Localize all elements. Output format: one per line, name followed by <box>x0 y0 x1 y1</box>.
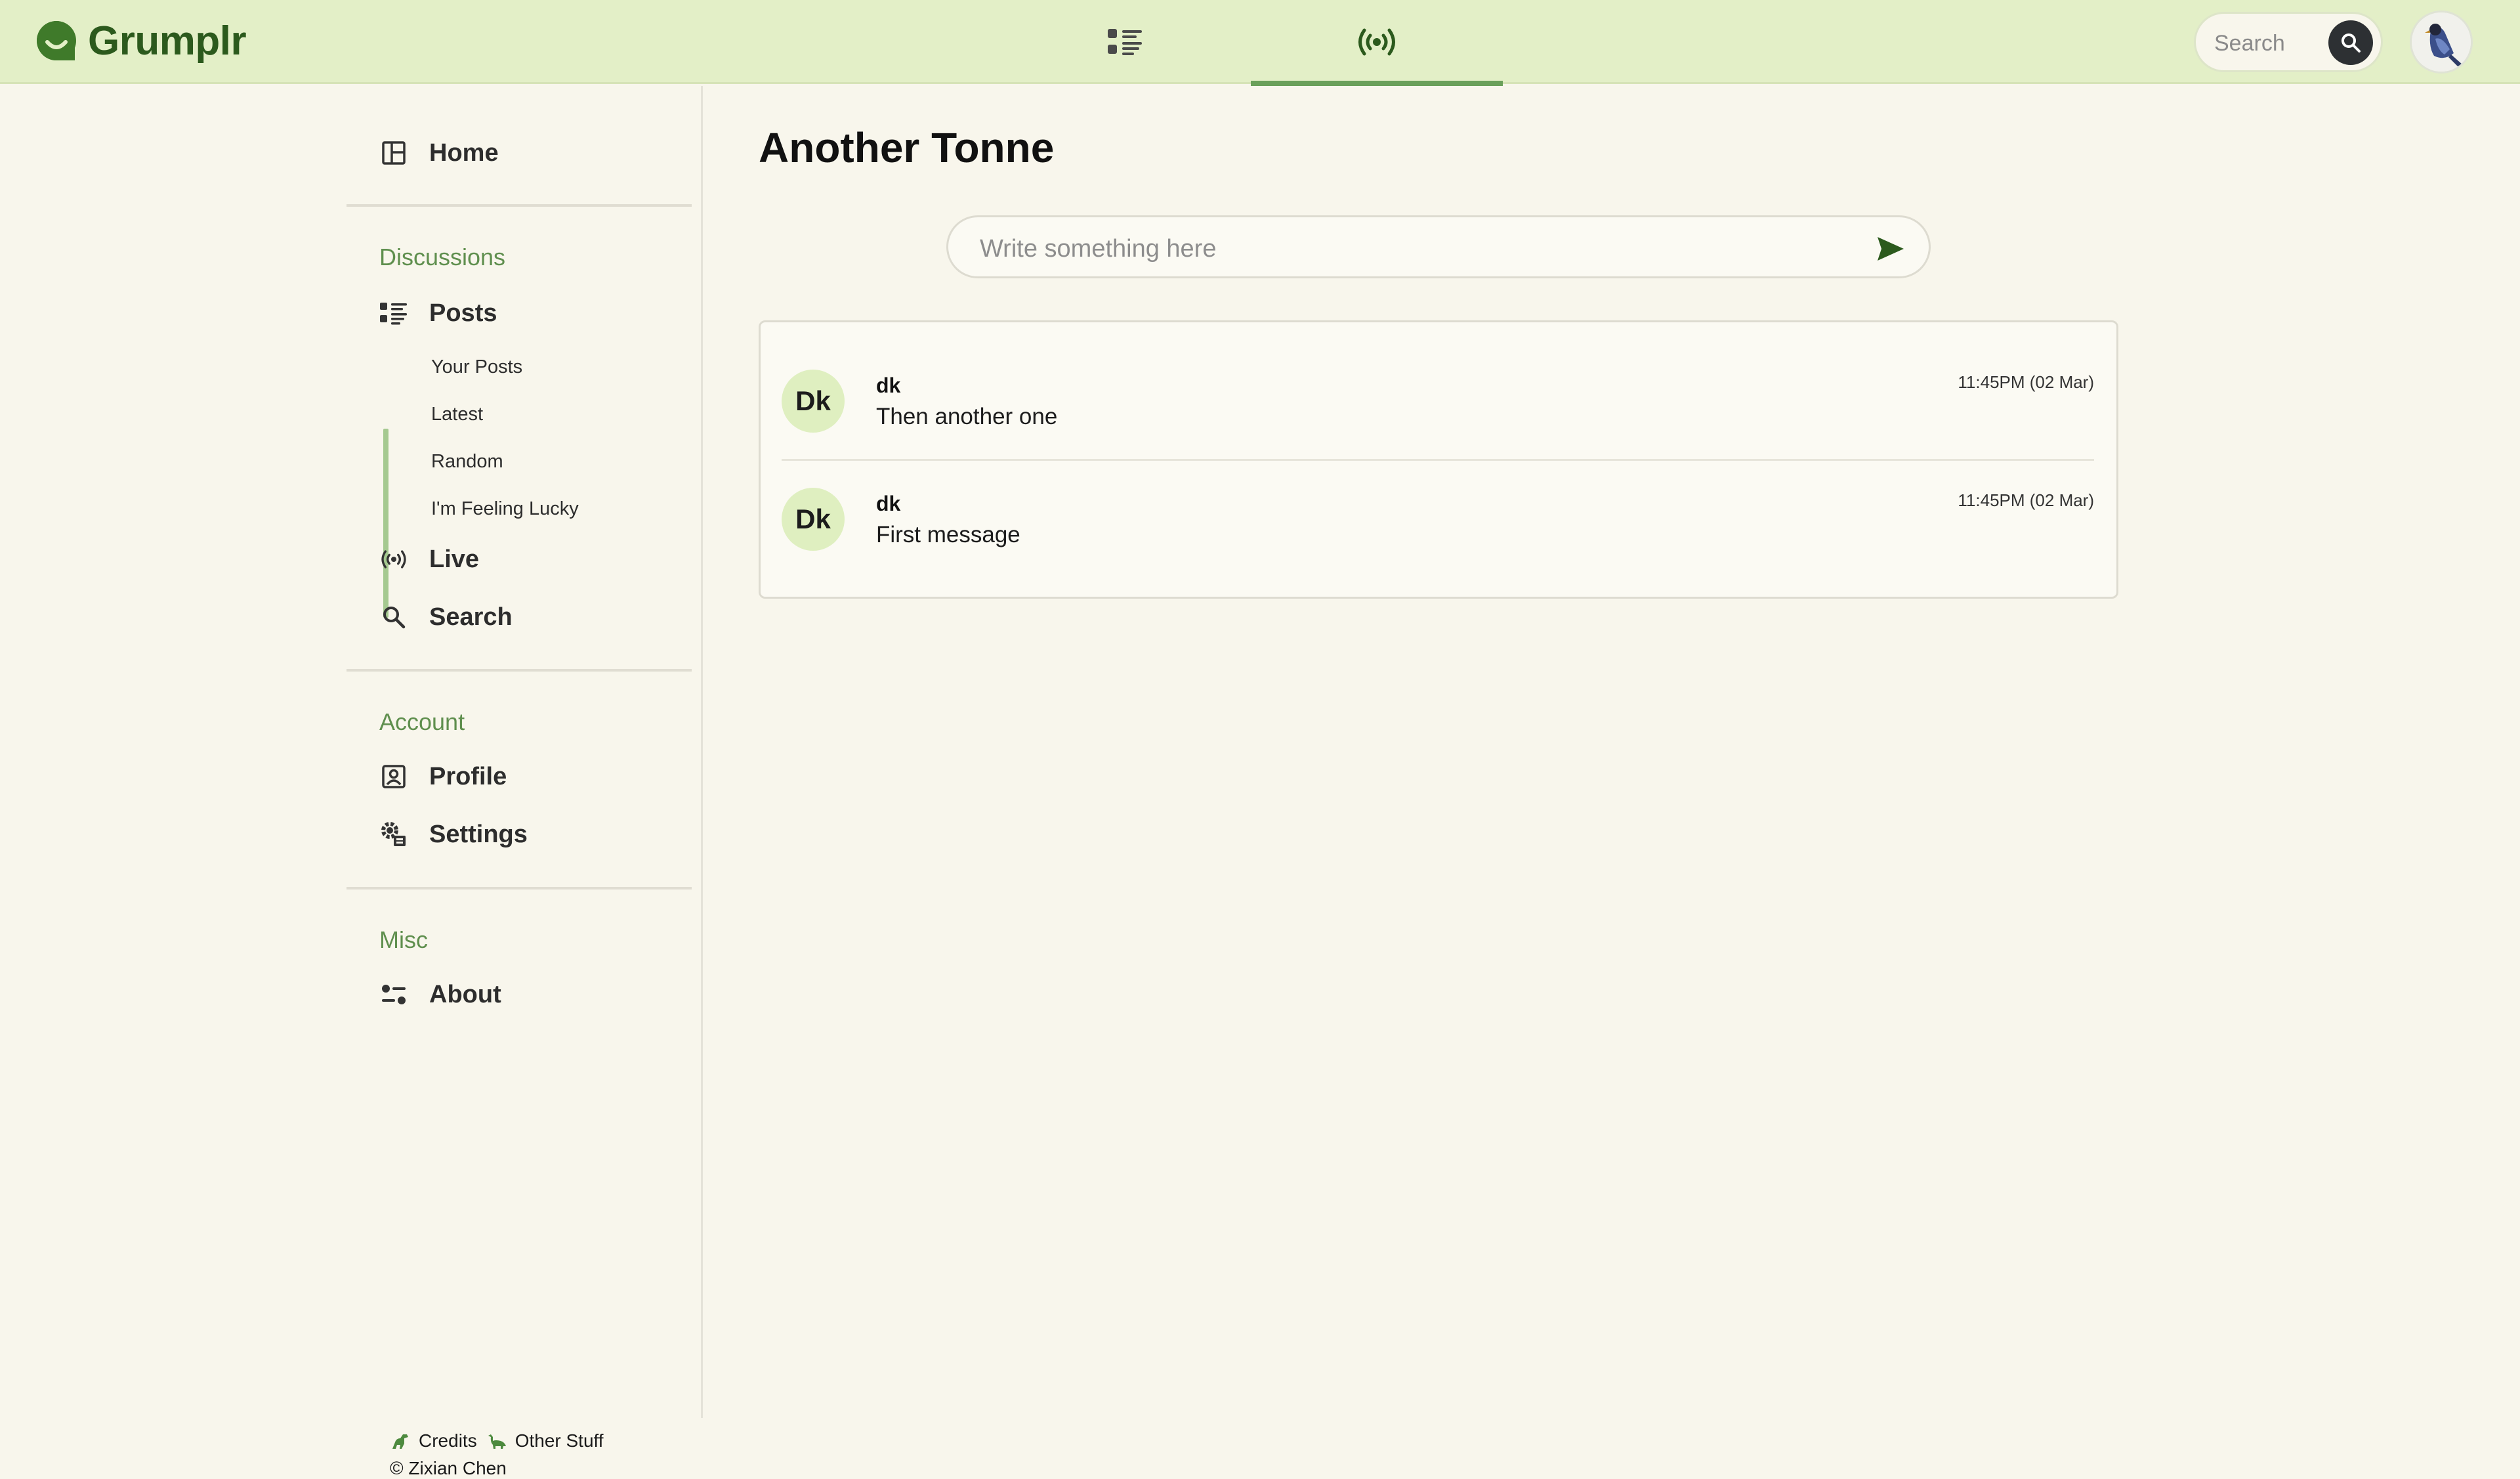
sidebar-item-label: Live <box>429 545 480 573</box>
section-title-discussions: Discussions <box>379 244 506 270</box>
sidebar-item-label: Posts <box>429 299 497 327</box>
top-bar: Grumplr <box>0 0 2520 86</box>
app-name: Grumplr <box>88 18 247 64</box>
send-icon <box>1878 237 1904 261</box>
sidebar-subitem-feeling-lucky[interactable]: I'm Feeling Lucky <box>431 496 579 522</box>
message-list: Dk dk Then another one 11:45PM (02 Mar) … <box>759 320 2118 599</box>
tab-live[interactable] <box>1251 0 1503 86</box>
dashboard-icon <box>378 137 410 169</box>
toggles-icon <box>378 979 410 1010</box>
sidebar-item-settings[interactable]: Settings <box>378 813 528 855</box>
sidebar-item-posts[interactable]: Posts <box>378 292 497 334</box>
sidebar-item-label: Profile <box>429 762 507 790</box>
copyright: © Zixian Chen <box>390 1458 507 1478</box>
sidebar-item-live[interactable]: Live <box>378 538 479 580</box>
other-stuff-link[interactable]: Other Stuff <box>515 1430 604 1451</box>
sauropod-icon <box>488 1434 506 1449</box>
sidebar-item-profile[interactable]: Profile <box>378 756 507 798</box>
grumplr-logo-icon <box>37 20 76 61</box>
tab-posts[interactable] <box>1078 0 1172 84</box>
message-text: First message <box>876 522 1020 547</box>
sidebar-subitem-your-posts[interactable]: Your Posts <box>431 354 522 380</box>
dinosaur-icon <box>392 1434 408 1449</box>
sidebar-divider <box>346 204 692 207</box>
settings-gear-icon <box>378 819 410 850</box>
sidebar-subitem-random[interactable]: Random <box>431 448 503 475</box>
header-search-button[interactable] <box>2328 20 2373 65</box>
brand[interactable]: Grumplr <box>34 17 247 64</box>
posts-submenu-bar <box>383 429 388 618</box>
sidebar-item-label: Settings <box>429 820 528 848</box>
sidebar-item-search[interactable]: Search <box>378 596 513 638</box>
sidebar-divider <box>346 887 692 890</box>
message-item: Dk dk Then another one 11:45PM (02 Mar) <box>761 322 2116 461</box>
sidebar-item-about[interactable]: About <box>378 974 501 1016</box>
bird-avatar-icon <box>2412 12 2471 72</box>
message-text: Then another one <box>876 404 1058 429</box>
sidebar-item-home[interactable]: Home <box>378 132 499 174</box>
message-composer <box>946 215 1931 278</box>
message-input[interactable] <box>980 232 1833 266</box>
footer-links: Credits Other Stuff <box>390 1430 604 1451</box>
live-broadcast-icon <box>378 544 410 575</box>
page-title: Another Tonne <box>759 124 1055 171</box>
message-username[interactable]: dk <box>876 492 900 516</box>
message-timestamp: 11:45PM (02 Mar) <box>1958 490 2094 510</box>
header-search-input[interactable] <box>2214 27 2326 60</box>
message-avatar[interactable]: Dk <box>782 488 845 551</box>
message-avatar[interactable]: Dk <box>782 370 845 433</box>
header-search <box>2194 12 2383 72</box>
message-timestamp: 11:45PM (02 Mar) <box>1958 372 2094 392</box>
posts-list-icon <box>1108 29 1142 55</box>
send-button[interactable] <box>1875 234 1906 263</box>
message-username[interactable]: dk <box>876 374 900 398</box>
sidebar-divider <box>346 669 692 672</box>
sidebar-item-label: About <box>429 980 501 1008</box>
sidebar-item-label: Search <box>429 603 513 631</box>
message-item: Dk dk First message 11:45PM (02 Mar) <box>761 440 2116 559</box>
search-icon <box>378 601 410 633</box>
credits-link[interactable]: Credits <box>419 1430 477 1451</box>
section-title-account: Account <box>379 708 465 735</box>
posts-list-icon <box>378 297 410 329</box>
search-icon <box>2342 33 2361 53</box>
sidebar-item-label: Home <box>429 139 499 167</box>
profile-card-icon <box>378 761 410 792</box>
section-title-misc: Misc <box>379 926 428 953</box>
sidebar: Home Discussions Posts Your Posts Latest… <box>0 86 703 1478</box>
sidebar-subitem-latest[interactable]: Latest <box>431 401 483 427</box>
live-broadcast-icon <box>1358 28 1395 56</box>
user-avatar[interactable] <box>2410 11 2473 74</box>
